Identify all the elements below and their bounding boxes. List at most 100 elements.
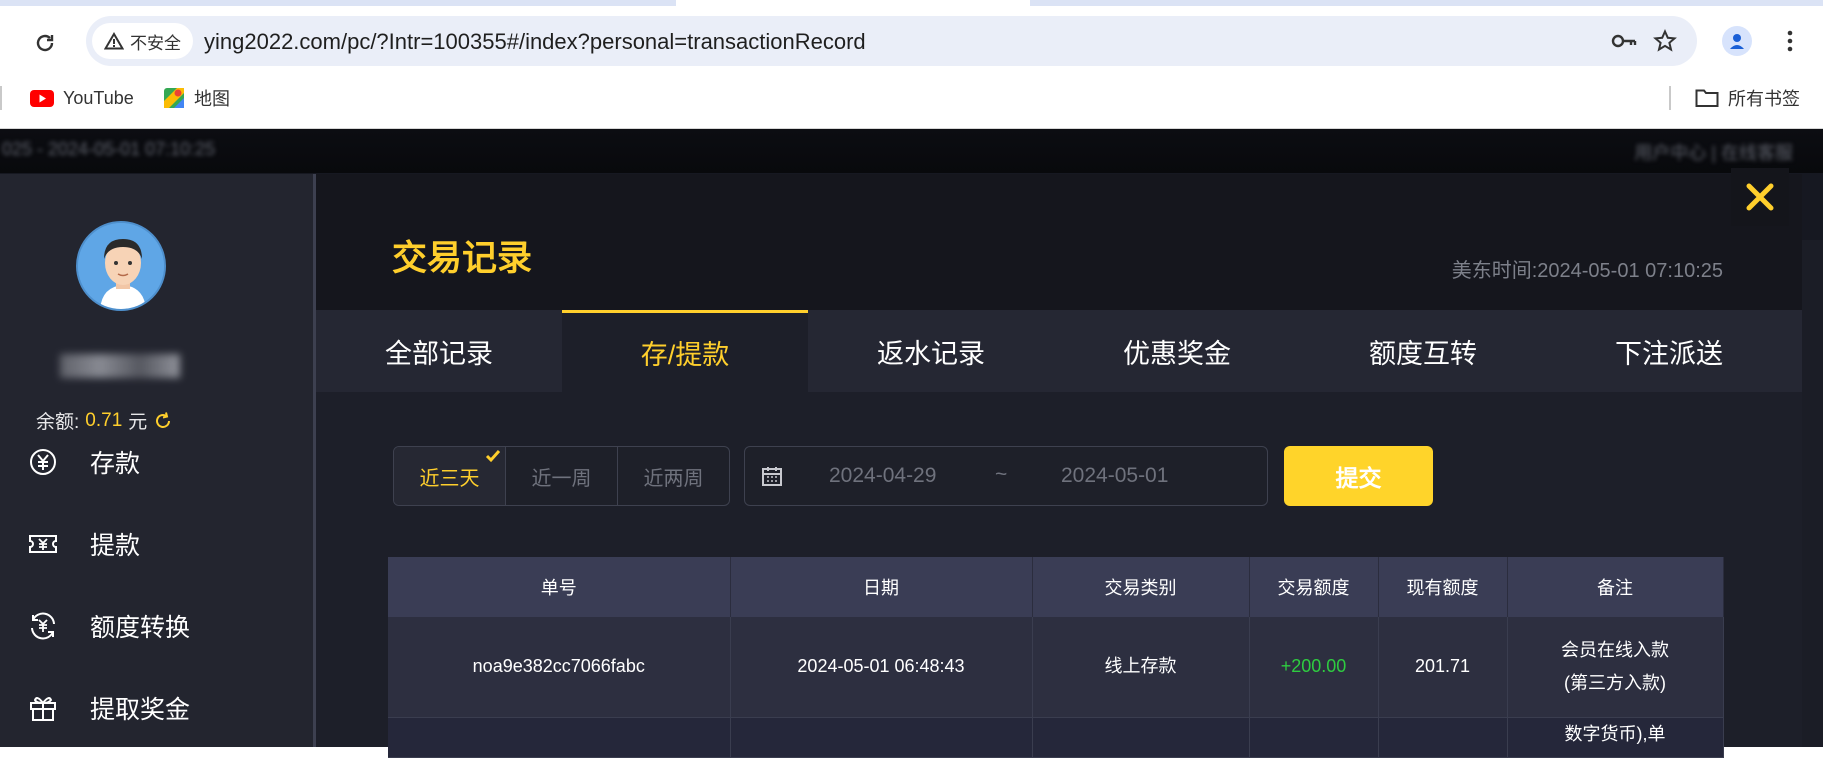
cell-remark: 数字货币),单 bbox=[1507, 717, 1724, 758]
record-tabs: 全部记录 存/提款 返水记录 优惠奖金 额度互转 下注派送 bbox=[316, 310, 1802, 392]
transaction-table: 单号 日期 交易类别 交易额度 现有额度 备注 noa9e382cc7066fa… bbox=[388, 557, 1724, 758]
profile-icon bbox=[1730, 34, 1744, 49]
tab-rebate-records[interactable]: 返水记录 bbox=[808, 310, 1054, 392]
tab-all-records[interactable]: 全部记录 bbox=[316, 310, 562, 392]
all-bookmarks-button[interactable]: 所有书签 bbox=[1695, 84, 1800, 112]
cell-amount: +200.00 bbox=[1249, 617, 1379, 718]
balance-value: 0.71 bbox=[85, 409, 123, 431]
bookmark-youtube[interactable]: YouTube bbox=[30, 84, 134, 112]
bookmark-label: YouTube bbox=[63, 87, 134, 108]
sidebar-item-transfer[interactable]: 额度转换 bbox=[28, 608, 190, 644]
range-last-two-weeks[interactable]: 近两周 bbox=[618, 447, 729, 505]
date-separator: ~ bbox=[995, 463, 1008, 486]
bookmarks-bar: YouTube 地图 所有书签 bbox=[0, 78, 1823, 118]
page-title: 交易记录 bbox=[392, 239, 533, 278]
column-header-order-number: 单号 bbox=[388, 557, 731, 617]
youtube-icon bbox=[30, 89, 54, 107]
folder-icon bbox=[1695, 89, 1719, 107]
warning-icon bbox=[104, 32, 124, 50]
tab-deposit-withdraw[interactable]: 存/提款 bbox=[562, 310, 808, 392]
exchange-yuan-icon bbox=[28, 611, 58, 641]
sidebar-item-label: 额度转换 bbox=[90, 614, 191, 642]
background-header-strip: 025 - 2024-05-01 07:10:25 用户中心 | 在线客服 bbox=[0, 129, 1823, 173]
address-bar[interactable]: 不安全 ying2022.com/pc/?Intr=100355#/index?… bbox=[86, 16, 1697, 66]
cell-date bbox=[730, 717, 1033, 758]
bookmark-separator bbox=[0, 86, 2, 110]
maps-icon bbox=[164, 88, 184, 108]
balance-row: 余额: 0.71 元 bbox=[36, 407, 173, 434]
column-header-date: 日期 bbox=[730, 557, 1033, 617]
browser-toolbar: 不安全 ying2022.com/pc/?Intr=100355#/index?… bbox=[0, 0, 1823, 129]
cell-order-number bbox=[388, 717, 731, 758]
check-icon bbox=[485, 450, 501, 463]
balance-label: 余额: bbox=[36, 412, 80, 433]
user-avatar-icon bbox=[78, 223, 164, 309]
sidebar-item-label: 存款 bbox=[90, 450, 141, 478]
date-to-input[interactable]: 2024-05-01 bbox=[1061, 464, 1168, 488]
cell-remark: 会员在线入款(第三方入款) bbox=[1507, 617, 1724, 718]
background-links-text: 用户中心 | 在线客服 bbox=[1634, 143, 1793, 163]
tab-strip bbox=[0, 0, 676, 6]
date-from-input[interactable]: 2024-04-29 bbox=[829, 464, 936, 488]
browser-menu-button[interactable] bbox=[1780, 26, 1800, 56]
cell-current-balance bbox=[1378, 717, 1508, 758]
all-bookmarks-label: 所有书签 bbox=[1728, 89, 1800, 109]
tab-strip bbox=[1030, 0, 1823, 6]
cell-transaction-type: 线上存款 bbox=[1032, 617, 1250, 718]
kebab-menu-icon bbox=[1787, 30, 1793, 52]
column-header-remark: 备注 bbox=[1507, 557, 1724, 617]
security-label: 不安全 bbox=[130, 33, 181, 53]
gift-icon bbox=[28, 693, 58, 723]
cell-order-number: noa9e382cc7066fabc bbox=[388, 617, 731, 718]
username-redacted bbox=[60, 354, 180, 378]
password-key-icon[interactable] bbox=[1611, 28, 1637, 54]
cell-current-balance: 201.71 bbox=[1378, 617, 1508, 718]
tab-bet-rewards[interactable]: 下注派送 bbox=[1546, 310, 1792, 392]
table-header-row: 单号 日期 交易类别 交易额度 现有额度 备注 bbox=[388, 557, 1724, 617]
est-time-label: 美东时间: bbox=[1451, 260, 1538, 282]
bookmark-label: 地图 bbox=[194, 89, 230, 109]
range-last-three-days[interactable]: 近三天 bbox=[394, 447, 506, 505]
tab-promo-bonus[interactable]: 优惠奖金 bbox=[1054, 310, 1300, 392]
column-header-current-balance: 现有额度 bbox=[1378, 557, 1508, 617]
range-label: 近三天 bbox=[419, 467, 480, 490]
page-viewport: 025 - 2024-05-01 07:10:25 用户中心 | 在线客服 余额… bbox=[0, 129, 1823, 758]
reload-button[interactable] bbox=[28, 26, 62, 60]
column-header-transaction-type: 交易类别 bbox=[1032, 557, 1250, 617]
balance-unit: 元 bbox=[128, 412, 148, 433]
submit-button[interactable]: 提交 bbox=[1284, 446, 1433, 506]
cell-date: 2024-05-01 06:48:43 bbox=[730, 617, 1033, 718]
est-time-value: 2024-05-01 07:10:25 bbox=[1537, 260, 1723, 282]
bookmark-separator bbox=[1669, 86, 1671, 110]
user-sidebar: 余额: 0.71 元 存款 提款 额度转换 提取奖金 bbox=[0, 174, 313, 747]
sidebar-item-withdraw[interactable]: 提款 bbox=[28, 526, 140, 562]
avatar bbox=[76, 221, 166, 311]
est-time: 美东时间:2024-05-01 07:10:25 bbox=[1452, 254, 1723, 283]
background-time-text: 025 - 2024-05-01 07:10:25 bbox=[2, 139, 216, 159]
modal-scroll-edge[interactable] bbox=[1802, 240, 1823, 747]
yuan-circle-icon bbox=[28, 447, 58, 477]
table-row: 数字货币),单 bbox=[388, 717, 1724, 758]
cell-amount bbox=[1249, 717, 1379, 758]
date-range-picker[interactable]: 2024-04-29 ~ 2024-05-01 bbox=[744, 446, 1268, 506]
sidebar-item-claim-bonus[interactable]: 提取奖金 bbox=[28, 690, 190, 726]
calendar-icon bbox=[762, 467, 782, 486]
withdraw-ticket-icon bbox=[28, 529, 58, 559]
transaction-record-panel: 交易记录 美东时间:2024-05-01 07:10:25 全部记录 存/提款 … bbox=[316, 174, 1802, 758]
sidebar-item-deposit[interactable]: 存款 bbox=[28, 444, 140, 480]
range-last-week[interactable]: 近一周 bbox=[506, 447, 618, 505]
cell-transaction-type bbox=[1032, 717, 1250, 758]
refresh-icon[interactable] bbox=[153, 411, 173, 431]
url-text[interactable]: ying2022.com/pc/?Intr=100355#/index?pers… bbox=[204, 29, 866, 55]
sidebar-item-label: 提取奖金 bbox=[90, 696, 191, 724]
bookmark-star-icon[interactable] bbox=[1652, 28, 1678, 54]
close-icon bbox=[1746, 183, 1774, 211]
security-chip[interactable]: 不安全 bbox=[92, 23, 193, 59]
date-range-presets: 近三天 近一周 近两周 bbox=[393, 446, 730, 506]
bookmark-maps[interactable]: 地图 bbox=[163, 84, 230, 112]
column-header-amount: 交易额度 bbox=[1249, 557, 1379, 617]
profile-button[interactable] bbox=[1722, 26, 1752, 56]
sidebar-item-label: 提款 bbox=[90, 532, 141, 560]
tab-balance-transfer[interactable]: 额度互转 bbox=[1300, 310, 1546, 392]
close-button[interactable] bbox=[1731, 168, 1789, 226]
